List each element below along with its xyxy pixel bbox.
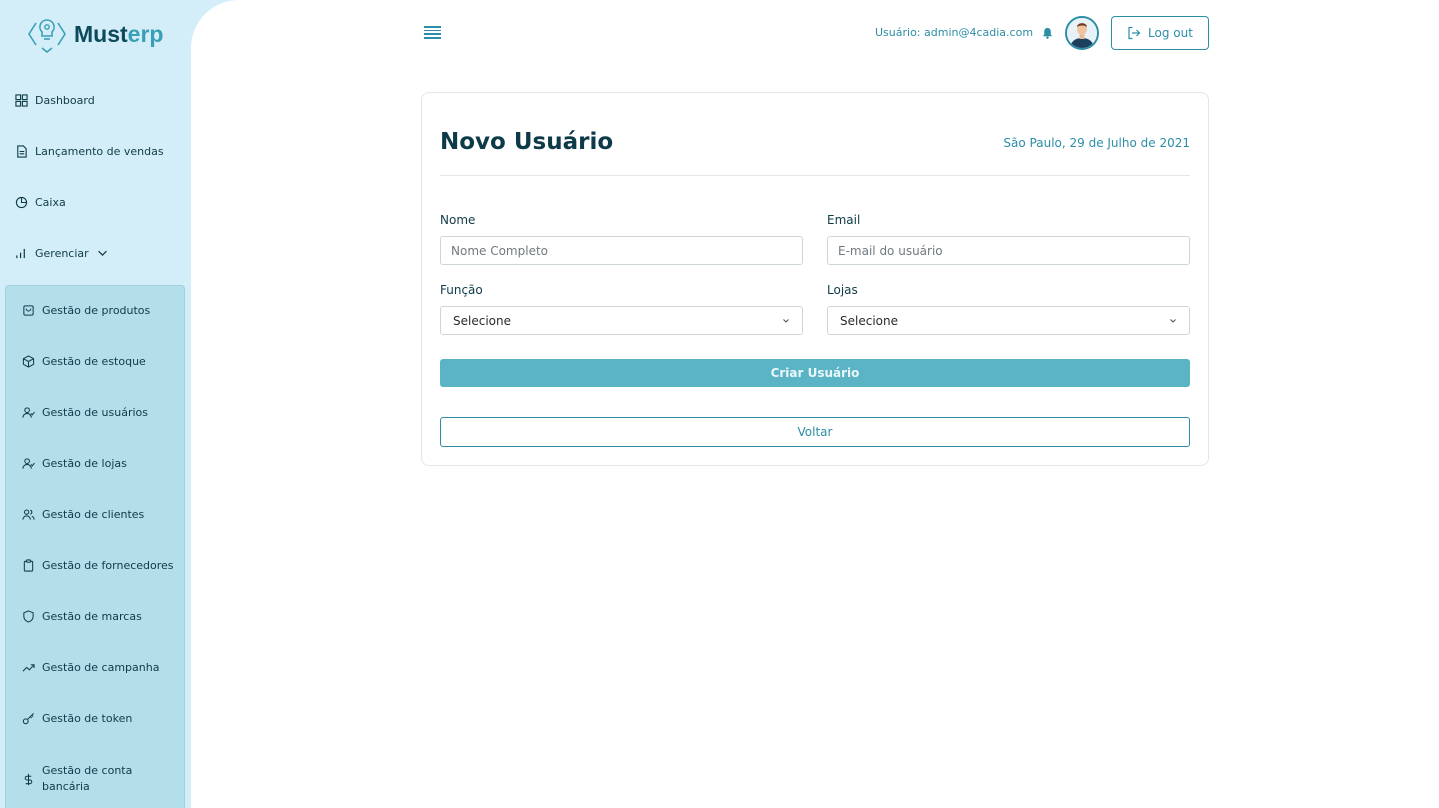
sidebar-item-gerenciar[interactable]: Gerenciar xyxy=(15,247,109,260)
users-icon xyxy=(22,509,35,520)
divider xyxy=(440,175,1190,176)
box-icon xyxy=(22,355,35,368)
pie-chart-icon xyxy=(15,196,28,209)
sidebar-item-gestao-clientes[interactable]: Gestão de clientes xyxy=(22,508,144,521)
app-name: Musterp xyxy=(74,20,164,47)
shopping-bag-icon xyxy=(23,305,34,316)
sidebar-item-gestao-token[interactable]: Gestão de token xyxy=(22,712,132,725)
app-logo[interactable]: Musterp xyxy=(26,15,163,53)
sidebar-item-gestao-fornecedores[interactable]: Gestão de fornecedores xyxy=(22,559,174,572)
chevron-down-icon xyxy=(1170,318,1176,323)
sidebar-item-label: Gerenciar xyxy=(35,247,89,260)
sidebar-item-lancamento-vendas[interactable]: Lançamento de vendas xyxy=(15,145,164,158)
new-user-card: Novo Usuário São Paulo, 29 de Julho de 2… xyxy=(421,92,1209,466)
create-user-button[interactable]: Criar Usuário xyxy=(440,359,1190,387)
lojas-label: Lojas xyxy=(827,283,858,297)
document-icon xyxy=(17,145,27,158)
grid-icon xyxy=(15,94,28,107)
nome-label: Nome xyxy=(440,213,476,227)
sidebar-item-gestao-conta-bancaria[interactable]: Gestão de conta bancária xyxy=(22,763,142,795)
funcao-selected: Selecione xyxy=(453,313,511,328)
sidebar-item-label: Gestão de fornecedores xyxy=(42,559,174,572)
bar-chart-icon xyxy=(16,248,25,259)
logout-icon xyxy=(1128,26,1141,40)
clipboard-icon xyxy=(23,559,34,572)
avatar[interactable] xyxy=(1065,16,1099,50)
logout-button[interactable]: Log out xyxy=(1111,16,1209,50)
sidebar-item-gestao-estoque[interactable]: Gestão de estoque xyxy=(22,355,146,368)
shield-icon xyxy=(23,610,34,623)
sidebar-item-label: Gestão de marcas xyxy=(42,610,142,623)
user-check-icon xyxy=(22,458,35,469)
sidebar-item-label: Gestão de usuários xyxy=(42,406,149,419)
funcao-select[interactable]: Selecione xyxy=(440,306,803,335)
chevron-down-icon xyxy=(783,318,789,323)
menu-toggle-icon[interactable] xyxy=(424,26,441,40)
sidebar-item-label: Caixa xyxy=(35,196,66,209)
user-avatar-icon xyxy=(1067,18,1097,48)
sidebar: Musterp Dashboard Lançamento de vendas C… xyxy=(0,0,191,808)
email-label: Email xyxy=(827,213,861,227)
sidebar-item-dashboard[interactable]: Dashboard xyxy=(15,94,95,107)
current-user-label: Usuário: admin@4cadia.com xyxy=(875,26,1034,39)
sidebar-item-gestao-usuarios[interactable]: Gestão de usuários xyxy=(22,406,148,419)
date-label: São Paulo, 29 de Julho de 2021 xyxy=(1003,136,1190,150)
sidebar-item-label: Gestão de produtos xyxy=(42,304,151,317)
dollar-icon xyxy=(24,773,33,785)
sidebar-item-gestao-produtos[interactable]: Gestão de produtos xyxy=(22,304,150,317)
nome-input[interactable] xyxy=(440,236,803,265)
sidebar-item-label: Gestão de campanha xyxy=(42,661,160,674)
sidebar-item-label: Gestão de estoque xyxy=(42,355,146,368)
lojas-selected: Selecione xyxy=(840,313,898,328)
logout-label: Log out xyxy=(1148,26,1193,40)
chevron-down-icon xyxy=(97,250,107,256)
sidebar-item-caixa[interactable]: Caixa xyxy=(15,196,66,209)
sidebar-item-label: Gestão de conta bancária xyxy=(42,764,133,793)
funcao-label: Função xyxy=(440,283,483,297)
key-icon xyxy=(22,713,34,725)
email-input[interactable] xyxy=(827,236,1190,265)
sidebar-item-label: Gestão de lojas xyxy=(42,457,127,470)
sidebar-item-gestao-campanha[interactable]: Gestão de campanha xyxy=(22,661,159,674)
sidebar-item-label: Gestão de clientes xyxy=(42,508,145,521)
sidebar-item-gestao-lojas[interactable]: Gestão de lojas xyxy=(22,457,127,470)
user-check-icon xyxy=(22,407,35,418)
sidebar-item-label: Dashboard xyxy=(35,94,95,107)
sidebar-item-label: Gestão de token xyxy=(42,712,133,725)
lojas-select[interactable]: Selecione xyxy=(827,306,1190,335)
sidebar-item-label: Lançamento de vendas xyxy=(35,145,164,158)
bell-icon[interactable] xyxy=(1041,26,1054,40)
lightbulb-gear-icon xyxy=(28,19,66,53)
trending-up-icon xyxy=(22,664,35,672)
sidebar-item-gestao-marcas[interactable]: Gestão de marcas xyxy=(22,610,142,623)
gerenciar-submenu: Gestão de produtos Gestão de estoque Ges… xyxy=(5,285,185,808)
back-button[interactable]: Voltar xyxy=(440,417,1190,447)
page-title: Novo Usuário xyxy=(440,129,614,155)
